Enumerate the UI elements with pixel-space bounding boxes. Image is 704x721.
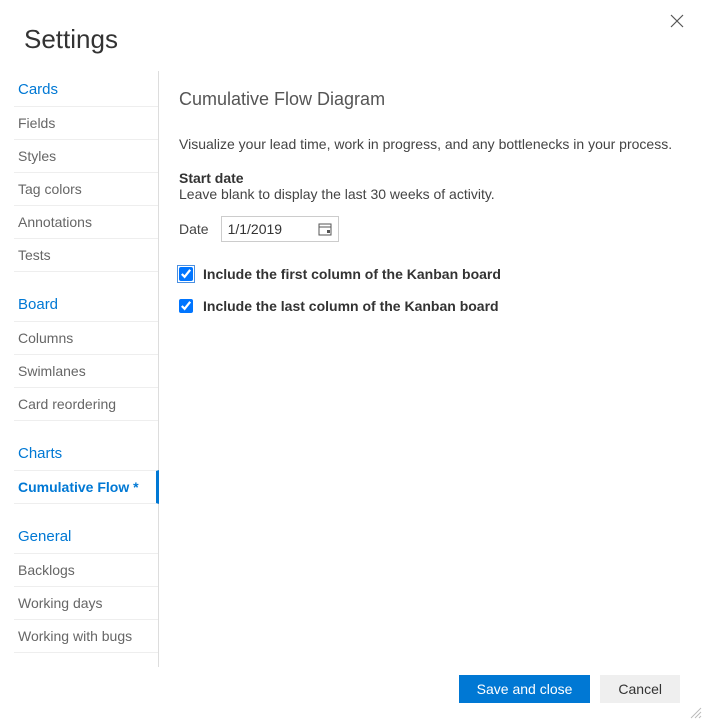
save-and-close-button[interactable]: Save and close xyxy=(459,675,591,703)
footer: Save and close Cancel xyxy=(459,675,680,703)
sidebar-section-general: General xyxy=(14,518,158,553)
sidebar-section-charts: Charts xyxy=(14,435,158,470)
include-last-column-checkbox[interactable] xyxy=(179,299,193,313)
dialog-title: Settings xyxy=(0,0,704,71)
start-date-hint: Leave blank to display the last 30 weeks… xyxy=(179,186,680,202)
include-first-column-checkbox[interactable] xyxy=(179,267,193,281)
date-input-wrapper[interactable] xyxy=(221,216,339,242)
content-pane: Cumulative Flow Diagram Visualize your l… xyxy=(159,71,704,667)
close-icon xyxy=(670,14,684,28)
calendar-icon[interactable] xyxy=(318,222,332,236)
include-first-column-label: Include the first column of the Kanban b… xyxy=(203,266,501,282)
sidebar-item-tag-colors[interactable]: Tag colors xyxy=(14,172,158,205)
sidebar-item-fields[interactable]: Fields xyxy=(14,106,158,139)
sidebar-item-columns[interactable]: Columns xyxy=(14,321,158,354)
sidebar: Cards Fields Styles Tag colors Annotatio… xyxy=(14,71,159,667)
sidebar-item-working-with-bugs[interactable]: Working with bugs xyxy=(14,619,158,653)
include-last-column-label: Include the last column of the Kanban bo… xyxy=(203,298,499,314)
sidebar-item-annotations[interactable]: Annotations xyxy=(14,205,158,238)
sidebar-item-tests[interactable]: Tests xyxy=(14,238,158,272)
date-label: Date xyxy=(179,221,209,237)
content-title: Cumulative Flow Diagram xyxy=(179,89,680,110)
sidebar-item-working-days[interactable]: Working days xyxy=(14,586,158,619)
date-input[interactable] xyxy=(228,221,300,237)
sidebar-item-backlogs[interactable]: Backlogs xyxy=(14,553,158,586)
start-date-label: Start date xyxy=(179,170,680,186)
sidebar-section-board: Board xyxy=(14,286,158,321)
cancel-button[interactable]: Cancel xyxy=(600,675,680,703)
sidebar-item-swimlanes[interactable]: Swimlanes xyxy=(14,354,158,387)
resize-grip-icon[interactable] xyxy=(688,705,702,719)
sidebar-section-cards: Cards xyxy=(14,71,158,106)
sidebar-item-card-reordering[interactable]: Card reordering xyxy=(14,387,158,421)
close-button[interactable] xyxy=(670,14,684,33)
sidebar-item-styles[interactable]: Styles xyxy=(14,139,158,172)
sidebar-item-cumulative-flow[interactable]: Cumulative Flow * xyxy=(14,470,159,504)
content-description: Visualize your lead time, work in progre… xyxy=(179,136,680,152)
